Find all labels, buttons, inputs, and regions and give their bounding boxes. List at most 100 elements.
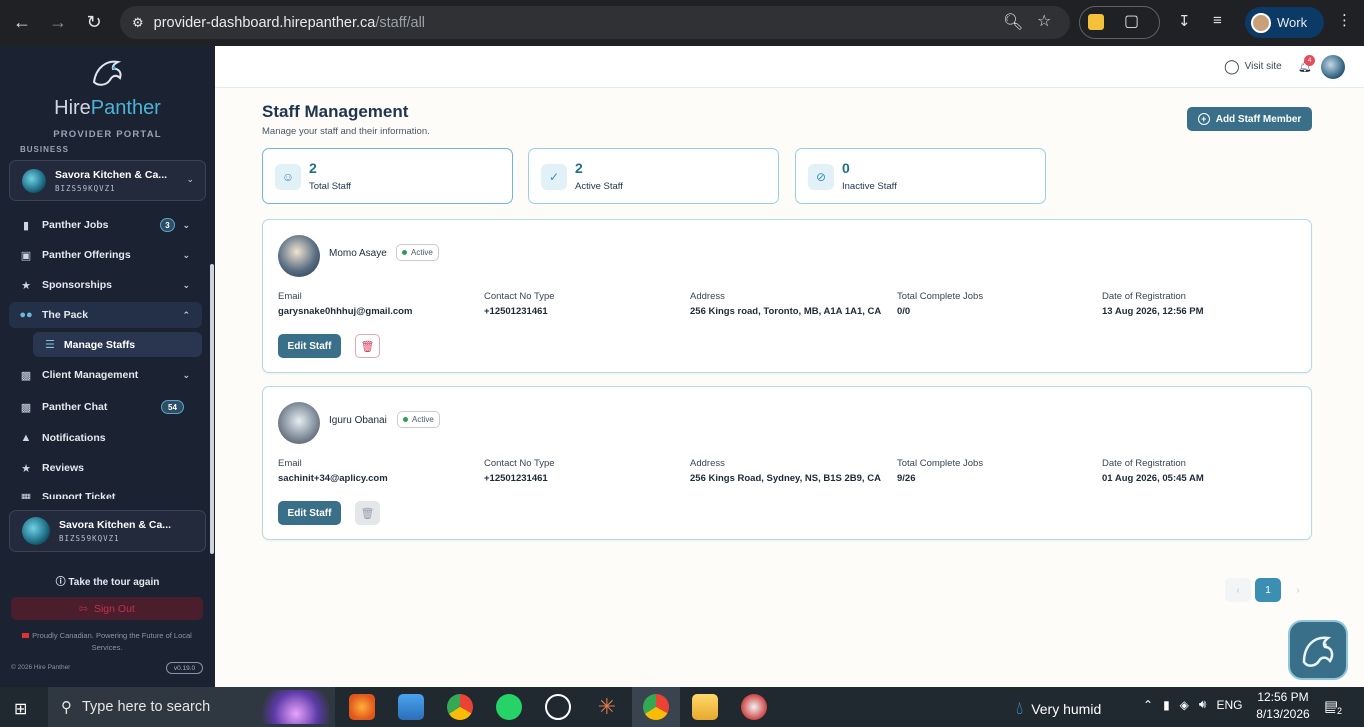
stat-value: 2 [309,160,317,176]
bookmark-icon: ▮ [22,219,30,232]
business-code: BIZS59KQVZ1 [55,183,116,193]
sign-out-label: Sign Out [93,602,135,615]
layers-icon: ☰ [45,339,55,351]
clock[interactable]: 12:56 PM 8/13/2026 [1253,689,1313,723]
bell-icon: ▲ [20,432,32,444]
puzzle-icon[interactable]: ▢ [1124,11,1139,31]
chat-assistant-button[interactable] [1288,620,1348,680]
trash-icon[interactable]: 🗑︎ [355,334,380,358]
forward-icon[interactable]: → [40,4,76,40]
battery-icon[interactable]: ▮ [1163,698,1170,712]
claude-icon[interactable]: ✳ [594,694,620,720]
next-page-button[interactable]: › [1285,578,1311,602]
tour-label: Take the tour again [68,577,160,588]
wifi-icon[interactable]: ◈ [1180,698,1189,712]
sidebar-item-the-pack[interactable]: ●● The Pack ⌃ [9,302,202,328]
extension-icon[interactable] [1088,14,1104,30]
media-icon[interactable]: ≡ [1213,12,1222,29]
notification-center-icon[interactable]: ▤ 2 [1324,697,1345,716]
ticket-icon: ▦ [20,492,32,499]
sidebar-item-support-ticket[interactable]: ▦ Support Ticket [9,485,202,499]
firefox-icon[interactable] [349,694,375,720]
bottom-business-card[interactable]: Savora Kitchen & Ca... BIZS59KQVZ1 [9,510,206,552]
sidebar-item-client-management[interactable]: ▩ Client Management ⌄ [9,362,202,388]
address-value: 256 Kings road, Toronto, MB, A1A 1A1, CA [690,306,882,317]
weather-widget[interactable]: 💧︎ Very humid [1016,698,1101,719]
avatar[interactable] [1321,55,1345,79]
search-icon: ⚲ [61,699,72,716]
add-staff-button[interactable]: + Add Staff Member [1187,107,1312,131]
site-settings-icon[interactable]: ⚙ [132,15,144,31]
section-label: BUSINESS [20,145,69,154]
sidebar-item-sponsorships[interactable]: ★ Sponsorships ⌄ [9,272,202,298]
version-badge: v0.19.0 [166,662,203,674]
star-icon: ★ [21,279,31,292]
sidebar-item-notifications[interactable]: ▲ Notifications [9,425,202,451]
address-bar[interactable]: ⚙ provider-dashboard.hirepanther.ca/staf… [120,6,1070,39]
stat-label: Active Staff [575,181,623,192]
address-label: Address [690,291,725,302]
sidebar-item-label: Client Management [42,369,139,381]
footer-note-text: Proudly Canadian. Powering the Future of… [32,631,192,652]
sign-out-button[interactable]: ⇰ Sign Out [11,597,203,620]
add-staff-label: Add Staff Member [1215,113,1302,125]
system-tray: ⌃ ▮ ◈ 🔊︎ ENG [1143,697,1242,712]
stat-card-active: ✓ 2 Active Staff [528,148,779,204]
contact-icon: ▩ [20,369,32,382]
stat-value: 2 [575,160,583,176]
users-icon: ●● [19,309,33,321]
zoom-icon[interactable]: 🔍︎ [1003,12,1023,32]
sidebar-item-manage-staffs[interactable]: ☰ Manage Staffs [33,332,202,357]
chatgpt-icon[interactable] [545,694,571,720]
brand-prefix: Hire [54,97,91,119]
status-badge: Active [397,411,440,428]
reload-icon[interactable]: ↻ [76,4,112,40]
sidebar-scrollbar[interactable] [210,264,214,554]
taskbar-search-placeholder: Type here to search [82,699,211,715]
help-circle-icon: ⓘ [55,577,66,588]
stat-card-inactive: ⊘ 0 Inactive Staff [795,148,1046,204]
edit-staff-button[interactable]: Edit Staff [278,501,341,525]
whatsapp-icon[interactable] [496,694,522,720]
business-code: BIZS59KQVZ1 [59,534,120,543]
download-icon[interactable]: ↧ [1178,12,1191,30]
menu-dots-icon[interactable]: ⋮ [1337,11,1352,29]
business-avatar [22,168,46,193]
search-highlight-icon[interactable] [259,690,333,724]
chevron-up-icon[interactable]: ⌃ [1143,698,1153,712]
profile-button[interactable]: Work [1245,7,1324,38]
chevron-down-icon: ⌄ [182,369,190,380]
logo[interactable]: HirePanther PROVIDER PORTAL [0,56,215,140]
sidebar-item-reviews[interactable]: ★ Reviews [9,455,202,481]
language-indicator[interactable]: ENG [1216,698,1242,712]
edit-staff-button[interactable]: Edit Staff [278,334,341,358]
sidebar-item-panther-offerings[interactable]: ▣ Panther Offerings ⌄ [9,242,202,268]
business-selector[interactable]: Savora Kitchen & Ca... BIZS59KQVZ1 ⌄ [9,160,206,201]
count-badge: 3 [160,218,175,232]
sidebar-item-panther-chat[interactable]: ▩ Panther Chat 54 [9,394,202,420]
star-icon: ★ [21,462,31,475]
page-button[interactable]: 1 [1255,578,1281,602]
volume-icon[interactable]: 🔊︎ [1199,697,1207,712]
email-label: Email [278,291,302,302]
back-icon[interactable]: ← [4,4,40,40]
paint-icon[interactable] [741,694,767,720]
laptop-icon[interactable] [398,694,424,720]
notification-count: 2 [1335,706,1345,716]
business-avatar [22,517,50,545]
bookmark-star-icon[interactable]: ☆ [1037,11,1051,31]
windows-start-icon[interactable]: ⊞ [14,699,27,719]
prev-page-button[interactable]: ‹ [1225,578,1251,602]
jobs-label: Total Complete Jobs [897,458,984,469]
file-explorer-icon[interactable] [692,694,718,720]
date: 8/13/2026 [1256,707,1310,721]
sidebar-item-panther-jobs[interactable]: ▮ Panther Jobs 3 ⌄ [9,212,202,238]
contact-value: +12501231461 [484,306,548,317]
email-label: Email [278,458,302,469]
visit-site-link[interactable]: ◯ Visit site [1224,58,1282,75]
time: 12:56 PM [1257,690,1309,704]
check-circle-icon: ✓ [541,164,567,190]
chrome-active-icon[interactable] [643,694,669,720]
take-tour-button[interactable]: ⓘ Take the tour again [0,573,215,588]
chrome-icon[interactable] [447,694,473,720]
